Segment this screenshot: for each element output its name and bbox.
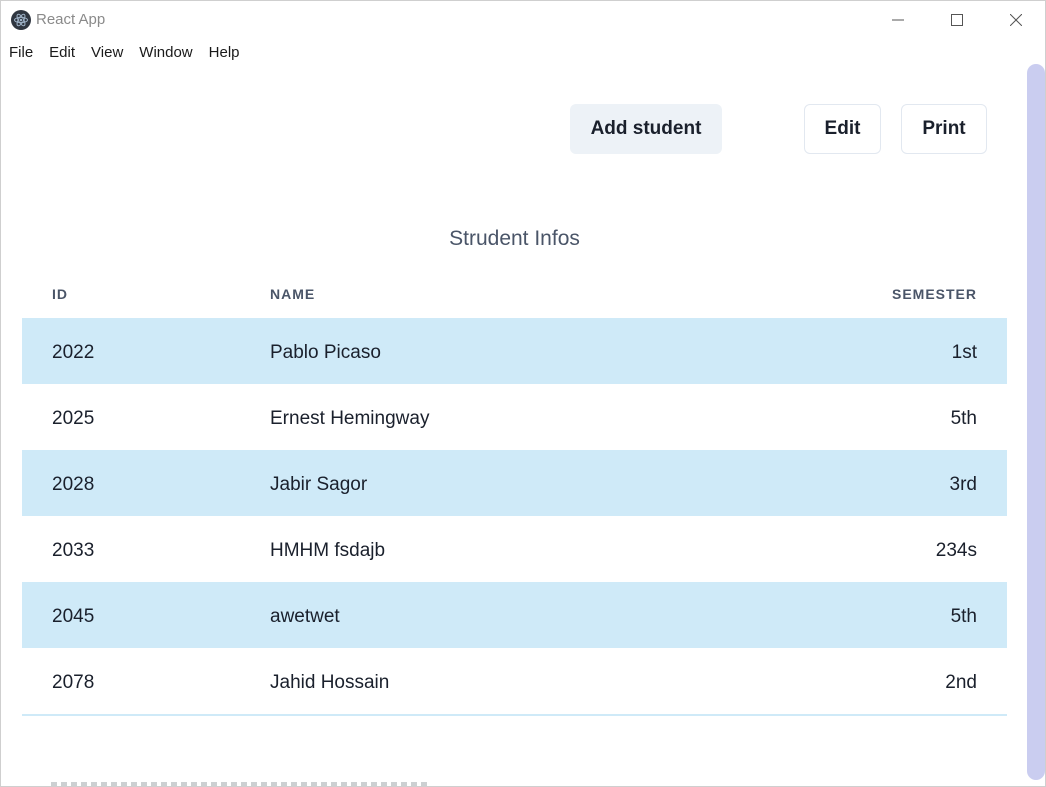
table-row[interactable]: 2025 Ernest Hemingway 5th (22, 384, 1007, 450)
cell-semester: 234s (935, 540, 977, 561)
cell-name: HMHM fsdajb (270, 540, 386, 561)
menu-file[interactable]: File (1, 44, 41, 61)
cell-semester: 1st (951, 342, 977, 363)
menu-window[interactable]: Window (131, 44, 200, 61)
maximize-icon (951, 14, 963, 26)
cell-name: Jahid Hossain (270, 672, 390, 693)
table-row[interactable]: 2033 HMHM fsdajb 234s (22, 516, 1007, 582)
column-header-name: NAME (270, 286, 316, 302)
cell-semester: 3rd (949, 474, 977, 495)
menu-bar: File Edit View Window Help (1, 39, 1045, 65)
menu-edit[interactable]: Edit (41, 44, 83, 61)
minimize-icon (892, 19, 904, 21)
cell-id: 2078 (52, 672, 95, 693)
close-button[interactable] (993, 1, 1039, 39)
table-row[interactable]: 2028 Jabir Sagor 3rd (22, 450, 1007, 516)
students-table: ID NAME SEMESTER 2022 Pablo Picaso 1st 2… (22, 271, 1007, 716)
cell-id: 2025 (52, 408, 95, 429)
menu-help[interactable]: Help (201, 44, 248, 61)
cell-name: awetwet (270, 606, 340, 627)
title-bar: React App (1, 1, 1045, 39)
close-icon (1010, 14, 1022, 26)
menu-view[interactable]: View (83, 44, 131, 61)
column-header-id: ID (52, 286, 68, 302)
cell-id: 2028 (52, 474, 95, 495)
cell-name: Jabir Sagor (270, 474, 368, 495)
table-bottom-border (22, 714, 1007, 716)
app-window: React App File Edit View Window Help Add… (0, 0, 1046, 787)
edit-button[interactable]: Edit (804, 104, 881, 154)
cell-semester: 2nd (945, 672, 977, 693)
clipped-content-edge (51, 782, 431, 786)
table-caption: Strudent Infos (449, 227, 580, 250)
cell-name: Pablo Picaso (270, 342, 381, 363)
table-row[interactable]: 2078 Jahid Hossain 2nd (22, 648, 1007, 714)
minimize-button[interactable] (875, 1, 921, 39)
maximize-button[interactable] (934, 1, 980, 39)
print-button[interactable]: Print (901, 104, 987, 154)
electron-app-icon (11, 10, 31, 30)
table-header: ID NAME SEMESTER (22, 271, 1007, 318)
table-row[interactable]: 2045 awetwet 5th (22, 582, 1007, 648)
column-header-semester: SEMESTER (891, 286, 977, 302)
vertical-scrollbar[interactable] (1027, 64, 1045, 780)
cell-id: 2045 (52, 606, 95, 627)
cell-semester: 5th (950, 408, 977, 429)
cell-semester: 5th (950, 606, 977, 627)
cell-id: 2022 (52, 342, 95, 363)
add-student-button[interactable]: Add student (570, 104, 722, 154)
window-title: React App (36, 11, 106, 28)
cell-name: Ernest Hemingway (270, 408, 430, 429)
cell-id: 2033 (52, 540, 95, 561)
table-row[interactable]: 2022 Pablo Picaso 1st (22, 318, 1007, 384)
